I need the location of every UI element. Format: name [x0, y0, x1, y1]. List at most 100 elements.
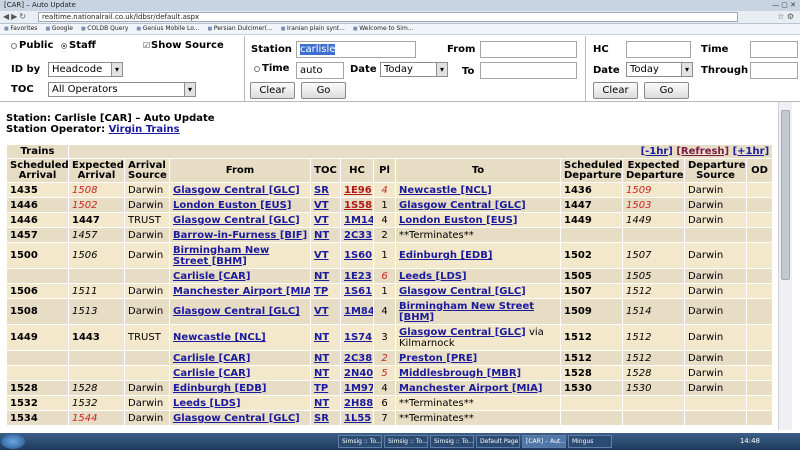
taskbar-task[interactable]: Mingus [568, 435, 612, 448]
go-button-right[interactable]: Go [644, 82, 689, 99]
taskbar-task[interactable]: Simsig :: To... [338, 435, 382, 448]
toc-code-link[interactable]: NT [314, 271, 329, 282]
bookmark-item[interactable]: Iranian plain synt... [281, 24, 345, 34]
to-station-link[interactable]: Glasgow Central [GLC] [399, 286, 526, 297]
time-radio[interactable] [254, 66, 260, 72]
scrollbar-thumb[interactable] [781, 110, 790, 280]
toc-code-link[interactable]: NT [314, 398, 329, 409]
toc-code-link[interactable]: NT [314, 332, 329, 343]
from-station-link[interactable]: Birmingham New Street [BHM] [173, 245, 269, 267]
toc-select[interactable]: All Operators [48, 82, 196, 97]
toc-code-link[interactable]: VT [314, 200, 329, 211]
show-source-checkbox[interactable]: ☑ [143, 41, 150, 50]
date-select[interactable]: Today [380, 62, 448, 77]
search-form: Public Staff ☑ Show Source ID by Headcod… [0, 36, 800, 102]
headcode-link[interactable]: 1S60 [344, 250, 372, 261]
clear-button[interactable]: Clear [250, 82, 295, 99]
headcode-link[interactable]: 1L55 [344, 413, 371, 424]
to-station-link[interactable]: Leeds [LDS] [399, 271, 467, 282]
to-station-link[interactable]: Glasgow Central [GLC] [399, 200, 526, 211]
to-input[interactable] [480, 62, 577, 79]
url-field[interactable]: realtime.nationalrail.co.uk/ldbsr/defaul… [38, 12, 738, 22]
taskbar-task[interactable]: [CAR] – Aut... [522, 435, 566, 448]
prev-hour-link[interactable]: [-1hr] [641, 146, 673, 157]
toc-code-link[interactable]: SR [314, 185, 329, 196]
bookmark-item[interactable]: COLDB Query [81, 24, 128, 34]
to-station-link[interactable]: Preston [PRE] [399, 353, 477, 364]
from-station-link[interactable]: Manchester Airport [MIA] [173, 286, 310, 297]
headcode-link[interactable]: 1E23 [344, 271, 372, 282]
toc-code-link[interactable]: SR [314, 413, 329, 424]
to-station-link[interactable]: Birmingham New Street [BHM] [399, 301, 534, 323]
menu-icon[interactable]: ☆ ⚙ [777, 12, 794, 21]
headcode-link[interactable]: 1M14 [344, 215, 373, 226]
headcode-link[interactable]: 1S61 [344, 286, 372, 297]
from-station-link[interactable]: Glasgow Central [GLC] [173, 306, 300, 317]
taskbar-task[interactable]: Default Page... [476, 435, 520, 448]
from-station-link[interactable]: Carlisle [CAR] [173, 368, 250, 379]
through-input[interactable] [750, 62, 798, 79]
from-station-link[interactable]: Glasgow Central [GLC] [173, 185, 300, 196]
headcode-link[interactable]: 1M84 [344, 306, 373, 317]
toc-code-link[interactable]: VT [314, 250, 329, 261]
back-forward-reload-icon[interactable]: ◀▶↻ [3, 12, 28, 21]
time-input[interactable]: auto [296, 62, 344, 79]
platform: 1 [373, 283, 396, 299]
from-station-link[interactable]: Newcastle [NCL] [173, 332, 266, 343]
to-station-link[interactable]: Edinburgh [EDB] [399, 250, 492, 261]
from-input[interactable] [480, 41, 577, 58]
toc-code-link[interactable]: TP [314, 383, 328, 394]
from-station-link[interactable]: Glasgow Central [GLC] [173, 215, 300, 226]
from-station-link[interactable]: Barrow-in-Furness [BIF] [173, 230, 307, 241]
headcode-link[interactable]: 1M97 [344, 383, 373, 394]
go-button[interactable]: Go [301, 82, 346, 99]
toc-code-link[interactable]: NT [314, 368, 329, 379]
bookmark-item[interactable]: Genius Mobile Lo... [136, 24, 200, 34]
clear-button-right[interactable]: Clear [593, 82, 638, 99]
bookmark-item[interactable]: Favorites [4, 24, 37, 34]
window-controls[interactable]: — ▢ ✕ [772, 0, 796, 11]
toc-code-link[interactable]: NT [314, 230, 329, 241]
operator-link[interactable]: Virgin Trains [109, 124, 180, 135]
to-station-link[interactable]: Manchester Airport [MIA] [399, 383, 542, 394]
next-hour-link[interactable]: [+1hr] [733, 146, 770, 157]
public-radio[interactable] [11, 43, 17, 49]
toc-code-link[interactable]: VT [314, 306, 329, 317]
from-station: London Euston [EUS] [169, 197, 311, 213]
from-station-link[interactable]: Carlisle [CAR] [173, 353, 250, 364]
headcode-link[interactable]: 1S74 [344, 332, 372, 343]
hc-input[interactable] [626, 41, 691, 58]
to-station-link[interactable]: Middlesbrough [MBR] [399, 368, 521, 379]
headcode-link[interactable]: 2H88 [344, 398, 373, 409]
from-station-link[interactable]: Leeds [LDS] [173, 398, 241, 409]
toc-code-link[interactable]: TP [314, 286, 328, 297]
bookmark-item[interactable]: Google [45, 24, 73, 34]
station-input[interactable]: carlisle [296, 41, 416, 58]
bookmark-item[interactable]: Persian Dulcimer(... [208, 24, 273, 34]
from-station-link[interactable]: Carlisle [CAR] [173, 271, 250, 282]
taskbar-task[interactable]: Simsig :: To... [430, 435, 474, 448]
bookmark-item[interactable]: Welcome to Sim... [353, 24, 413, 34]
staff-radio[interactable] [61, 43, 67, 49]
taskbar-task[interactable]: Simsig :: To... [384, 435, 428, 448]
to-station-link[interactable]: Glasgow Central [GLC] [399, 327, 526, 338]
refresh-link[interactable]: [Refresh] [676, 146, 729, 157]
toc-code-link[interactable]: NT [314, 353, 329, 364]
id-by-select[interactable]: Headcode [48, 62, 123, 77]
headcode-link[interactable]: 1E96 [344, 185, 372, 196]
tab-title[interactable]: [CAR] – Auto Update [4, 1, 76, 9]
start-button[interactable] [1, 434, 25, 449]
to-station-link[interactable]: Newcastle [NCL] [399, 185, 492, 196]
page-scrollbar[interactable] [778, 102, 792, 430]
headcode-link[interactable]: 2C33 [344, 230, 372, 241]
headcode-link[interactable]: 1S58 [344, 200, 372, 211]
toc-code-link[interactable]: VT [314, 215, 329, 226]
to-station-link[interactable]: London Euston [EUS] [399, 215, 517, 226]
from-station-link[interactable]: Glasgow Central [GLC] [173, 413, 300, 424]
from-station-link[interactable]: Edinburgh [EDB] [173, 383, 266, 394]
headcode-link[interactable]: 2N40 [344, 368, 373, 379]
time-input-right[interactable] [750, 41, 798, 58]
from-station-link[interactable]: London Euston [EUS] [173, 200, 291, 211]
headcode-link[interactable]: 2C38 [344, 353, 372, 364]
date-select-right[interactable]: Today [626, 62, 693, 77]
